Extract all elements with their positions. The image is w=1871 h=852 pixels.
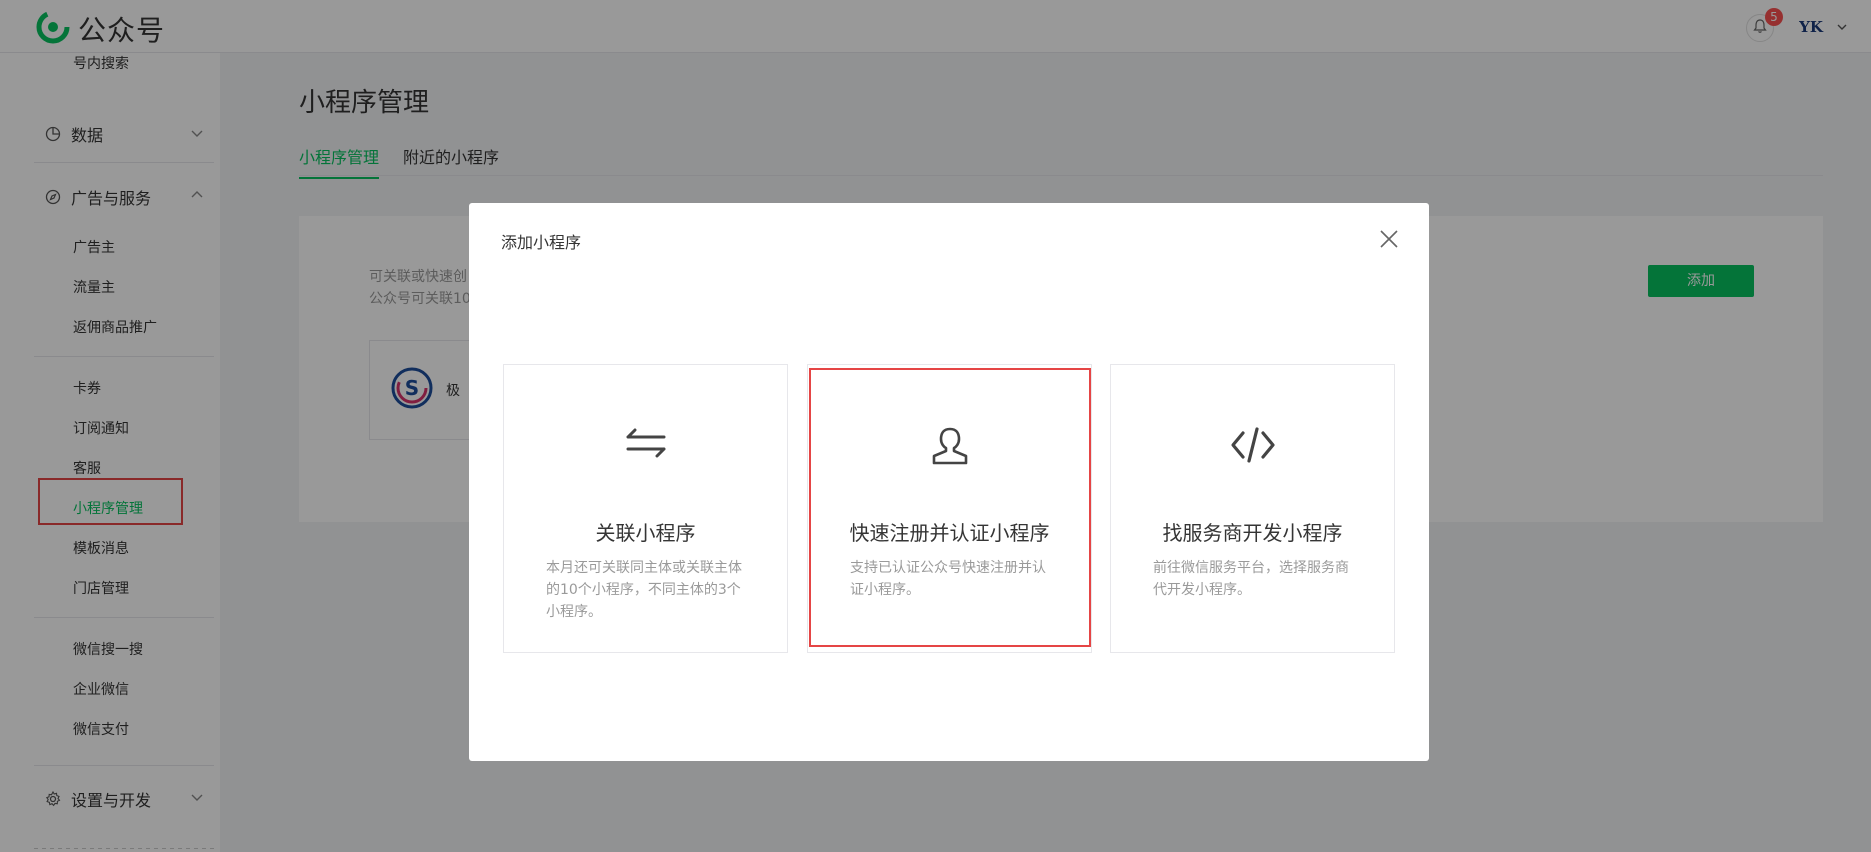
- code-icon: [1111, 425, 1394, 465]
- option-title: 快速注册并认证小程序: [849, 521, 1050, 545]
- user-icon: [808, 425, 1091, 467]
- option-title: 关联小程序: [595, 521, 696, 545]
- dialog-title: 添加小程序: [501, 233, 582, 252]
- swap-arrows-icon: [504, 425, 787, 461]
- option-description: 支持已认证公众号快速注册并认证小程序。: [850, 560, 1046, 598]
- option-find-service-provider[interactable]: 找服务商开发小程序 前往微信服务平台，选择服务商代开发小程序。: [1110, 364, 1395, 653]
- close-button[interactable]: [1377, 227, 1401, 251]
- add-miniprogram-dialog: 添加小程序 关联小程序 本月还可关联同主体或关联主体的10个小程序，不同主体的3…: [469, 203, 1429, 761]
- option-description: 前往微信服务平台，选择服务商代开发小程序。: [1153, 560, 1349, 598]
- close-icon: [1377, 230, 1401, 255]
- option-link-miniprogram[interactable]: 关联小程序 本月还可关联同主体或关联主体的10个小程序，不同主体的3个小程序。: [503, 364, 788, 653]
- option-title: 找服务商开发小程序: [1162, 521, 1343, 545]
- option-description: 本月还可关联同主体或关联主体的10个小程序，不同主体的3个小程序。: [546, 560, 742, 620]
- option-quick-register[interactable]: 快速注册并认证小程序 支持已认证公众号快速注册并认证小程序。: [807, 364, 1092, 653]
